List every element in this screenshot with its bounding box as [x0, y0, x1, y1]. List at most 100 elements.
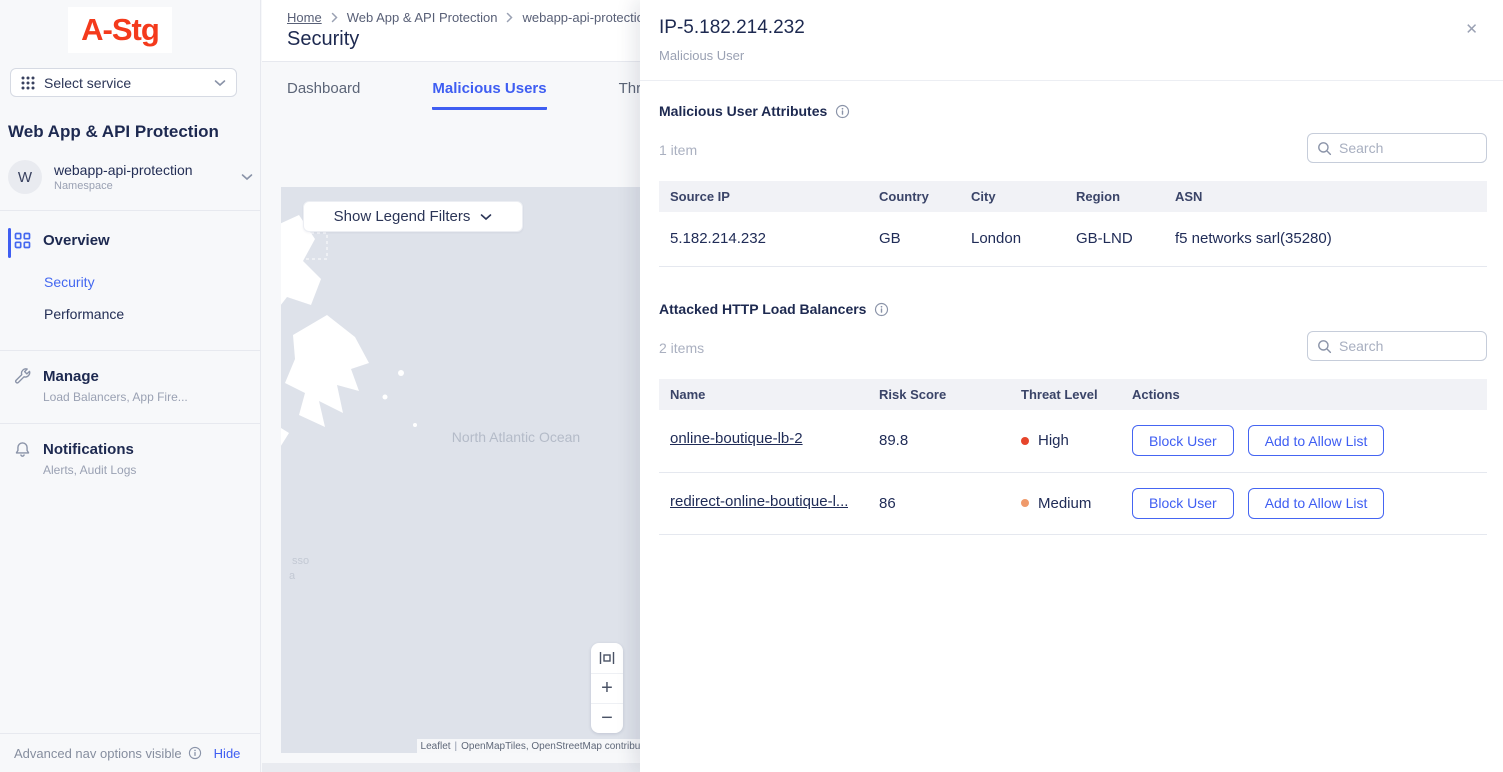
- apps-grid-icon: [21, 76, 35, 90]
- hide-advanced-nav-link[interactable]: Hide: [214, 746, 241, 761]
- malicious-users-map[interactable]: Show Legend Filters North Atlantic Ocean…: [281, 187, 661, 753]
- map-zoom-in-button[interactable]: +: [591, 673, 623, 703]
- col-risk-score: Risk Score: [868, 379, 1010, 410]
- select-service-dropdown[interactable]: Select service: [10, 68, 237, 97]
- sidebar-item-performance[interactable]: Performance: [44, 306, 124, 322]
- sidebar-item-subtitle: Load Balancers, App Fire...: [43, 390, 188, 404]
- attribution-sources[interactable]: OpenMapTiles, OpenStreetMap contributors: [461, 741, 657, 752]
- brand-logo[interactable]: A-Stg: [68, 7, 172, 53]
- brand-logo-text: A-Stg: [81, 12, 159, 48]
- col-threat-level: Threat Level: [1010, 379, 1121, 410]
- bottom-strip: [262, 763, 640, 772]
- table-row: redirect-online-boutique-l... 86 Medium …: [659, 472, 1487, 534]
- attributes-item-count: 1 item: [659, 142, 697, 158]
- map-partial-label: a: [289, 570, 295, 582]
- add-to-allow-list-button[interactable]: Add to Allow List: [1248, 425, 1385, 456]
- bell-icon: [14, 441, 31, 458]
- add-to-allow-list-button[interactable]: Add to Allow List: [1248, 488, 1385, 519]
- col-city: City: [960, 181, 1065, 212]
- tab-dashboard[interactable]: Dashboard: [287, 80, 360, 110]
- sidebar-item-label: Overview: [43, 232, 110, 249]
- load-balancers-item-count: 2 items: [659, 340, 704, 356]
- block-user-button[interactable]: Block User: [1132, 425, 1234, 456]
- sidebar-item-label: Notifications: [43, 441, 134, 458]
- lb-name-link[interactable]: online-boutique-lb-2: [670, 430, 803, 447]
- search-icon: [1317, 141, 1332, 156]
- threat-dot-icon: [1021, 499, 1029, 507]
- sidebar-item-notifications[interactable]: Notifications Alerts, Audit Logs: [0, 441, 261, 477]
- col-name: Name: [659, 379, 868, 410]
- col-asn: ASN: [1164, 181, 1487, 212]
- sidebar-item-subtitle: Alerts, Audit Logs: [43, 463, 136, 477]
- map-zoom-out-button[interactable]: −: [591, 703, 623, 733]
- breadcrumb-item[interactable]: Web App & API Protection: [347, 10, 498, 25]
- map-partial-label: sso: [292, 555, 309, 567]
- col-source-ip: Source IP: [659, 181, 868, 212]
- lb-name-link[interactable]: redirect-online-boutique-l...: [670, 493, 848, 510]
- ocean-label: North Atlantic Ocean: [451, 429, 581, 445]
- show-legend-filters-button[interactable]: Show Legend Filters: [303, 201, 523, 232]
- sidebar: A-Stg Select service Web App & API Prote…: [0, 0, 261, 772]
- chevron-down-icon: [241, 173, 253, 181]
- info-icon: [188, 746, 202, 760]
- threat-level-label: High: [1038, 432, 1069, 449]
- tab-malicious-users[interactable]: Malicious Users: [432, 80, 546, 110]
- cell-country: GB: [868, 212, 960, 266]
- map-attribution: Leaflet | OpenMapTiles, OpenStreetMap co…: [417, 739, 661, 753]
- sidebar-item-manage[interactable]: Manage Load Balancers, App Fire...: [0, 368, 261, 404]
- threat-level: High: [1021, 432, 1121, 449]
- legend-button-label: Show Legend Filters: [334, 208, 471, 225]
- divider: [0, 210, 261, 211]
- leaflet-link[interactable]: Leaflet: [421, 741, 451, 752]
- info-icon[interactable]: [835, 104, 850, 119]
- load-balancers-section-title: Attacked HTTP Load Balancers: [659, 301, 889, 317]
- load-balancers-table: Name Risk Score Threat Level Actions onl…: [659, 379, 1487, 535]
- load-balancers-search-input[interactable]: [1339, 338, 1469, 354]
- threat-level: Medium: [1021, 495, 1121, 512]
- map-fit-bounds-button[interactable]: [591, 643, 623, 673]
- breadcrumb-item[interactable]: webapp-api-protection: [522, 10, 651, 25]
- search-icon: [1317, 339, 1332, 354]
- divider: [0, 423, 261, 424]
- select-service-label: Select service: [44, 75, 205, 91]
- namespace-name: webapp-api-protection: [54, 162, 229, 178]
- cell-risk-score: 89.8: [868, 410, 1010, 472]
- table-header-row: Source IP Country City Region ASN: [659, 181, 1487, 212]
- cell-asn: f5 networks sarl(35280): [1164, 212, 1487, 266]
- cell-risk-score: 86: [868, 472, 1010, 534]
- load-balancers-section-title-text: Attacked HTTP Load Balancers: [659, 301, 866, 317]
- attributes-search: [1307, 133, 1487, 163]
- sidebar-section-title: Web App & API Protection: [8, 122, 219, 142]
- overview-grid-icon: [14, 232, 31, 249]
- wrench-icon: [14, 368, 31, 385]
- cell-region: GB-LND: [1065, 212, 1164, 266]
- info-icon[interactable]: [874, 302, 889, 317]
- sidebar-footer: Advanced nav options visible Hide: [0, 733, 261, 772]
- drawer-title: IP-5.182.214.232: [659, 17, 805, 39]
- sidebar-item-overview[interactable]: Overview: [0, 232, 261, 249]
- divider: [640, 80, 1503, 81]
- col-actions: Actions: [1121, 379, 1487, 410]
- attributes-section-title-text: Malicious User Attributes: [659, 103, 827, 119]
- load-balancers-search: [1307, 331, 1487, 361]
- drawer-subtitle: Malicious User: [659, 48, 744, 63]
- breadcrumb-home-link[interactable]: Home: [287, 10, 322, 25]
- page-title: Security: [287, 28, 359, 51]
- table-row: 5.182.214.232 GB London GB-LND f5 networ…: [659, 212, 1487, 266]
- namespace-selector[interactable]: W webapp-api-protection Namespace: [8, 160, 253, 194]
- close-icon[interactable]: ✕: [1465, 20, 1478, 38]
- sidebar-item-label: Manage: [43, 368, 99, 385]
- divider: [0, 350, 261, 351]
- sidebar-item-security[interactable]: Security: [44, 274, 95, 290]
- namespace-avatar: W: [8, 160, 42, 194]
- chevron-down-icon: [214, 79, 226, 87]
- block-user-button[interactable]: Block User: [1132, 488, 1234, 519]
- chevron-down-icon: [480, 213, 492, 221]
- advanced-nav-text: Advanced nav options visible: [14, 746, 182, 761]
- attributes-table: Source IP Country City Region ASN 5.182.…: [659, 181, 1487, 267]
- attributes-search-input[interactable]: [1339, 140, 1469, 156]
- chevron-right-icon: [506, 12, 513, 23]
- col-region: Region: [1065, 181, 1164, 212]
- threat-level-label: Medium: [1038, 495, 1091, 512]
- namespace-label: Namespace: [54, 180, 229, 192]
